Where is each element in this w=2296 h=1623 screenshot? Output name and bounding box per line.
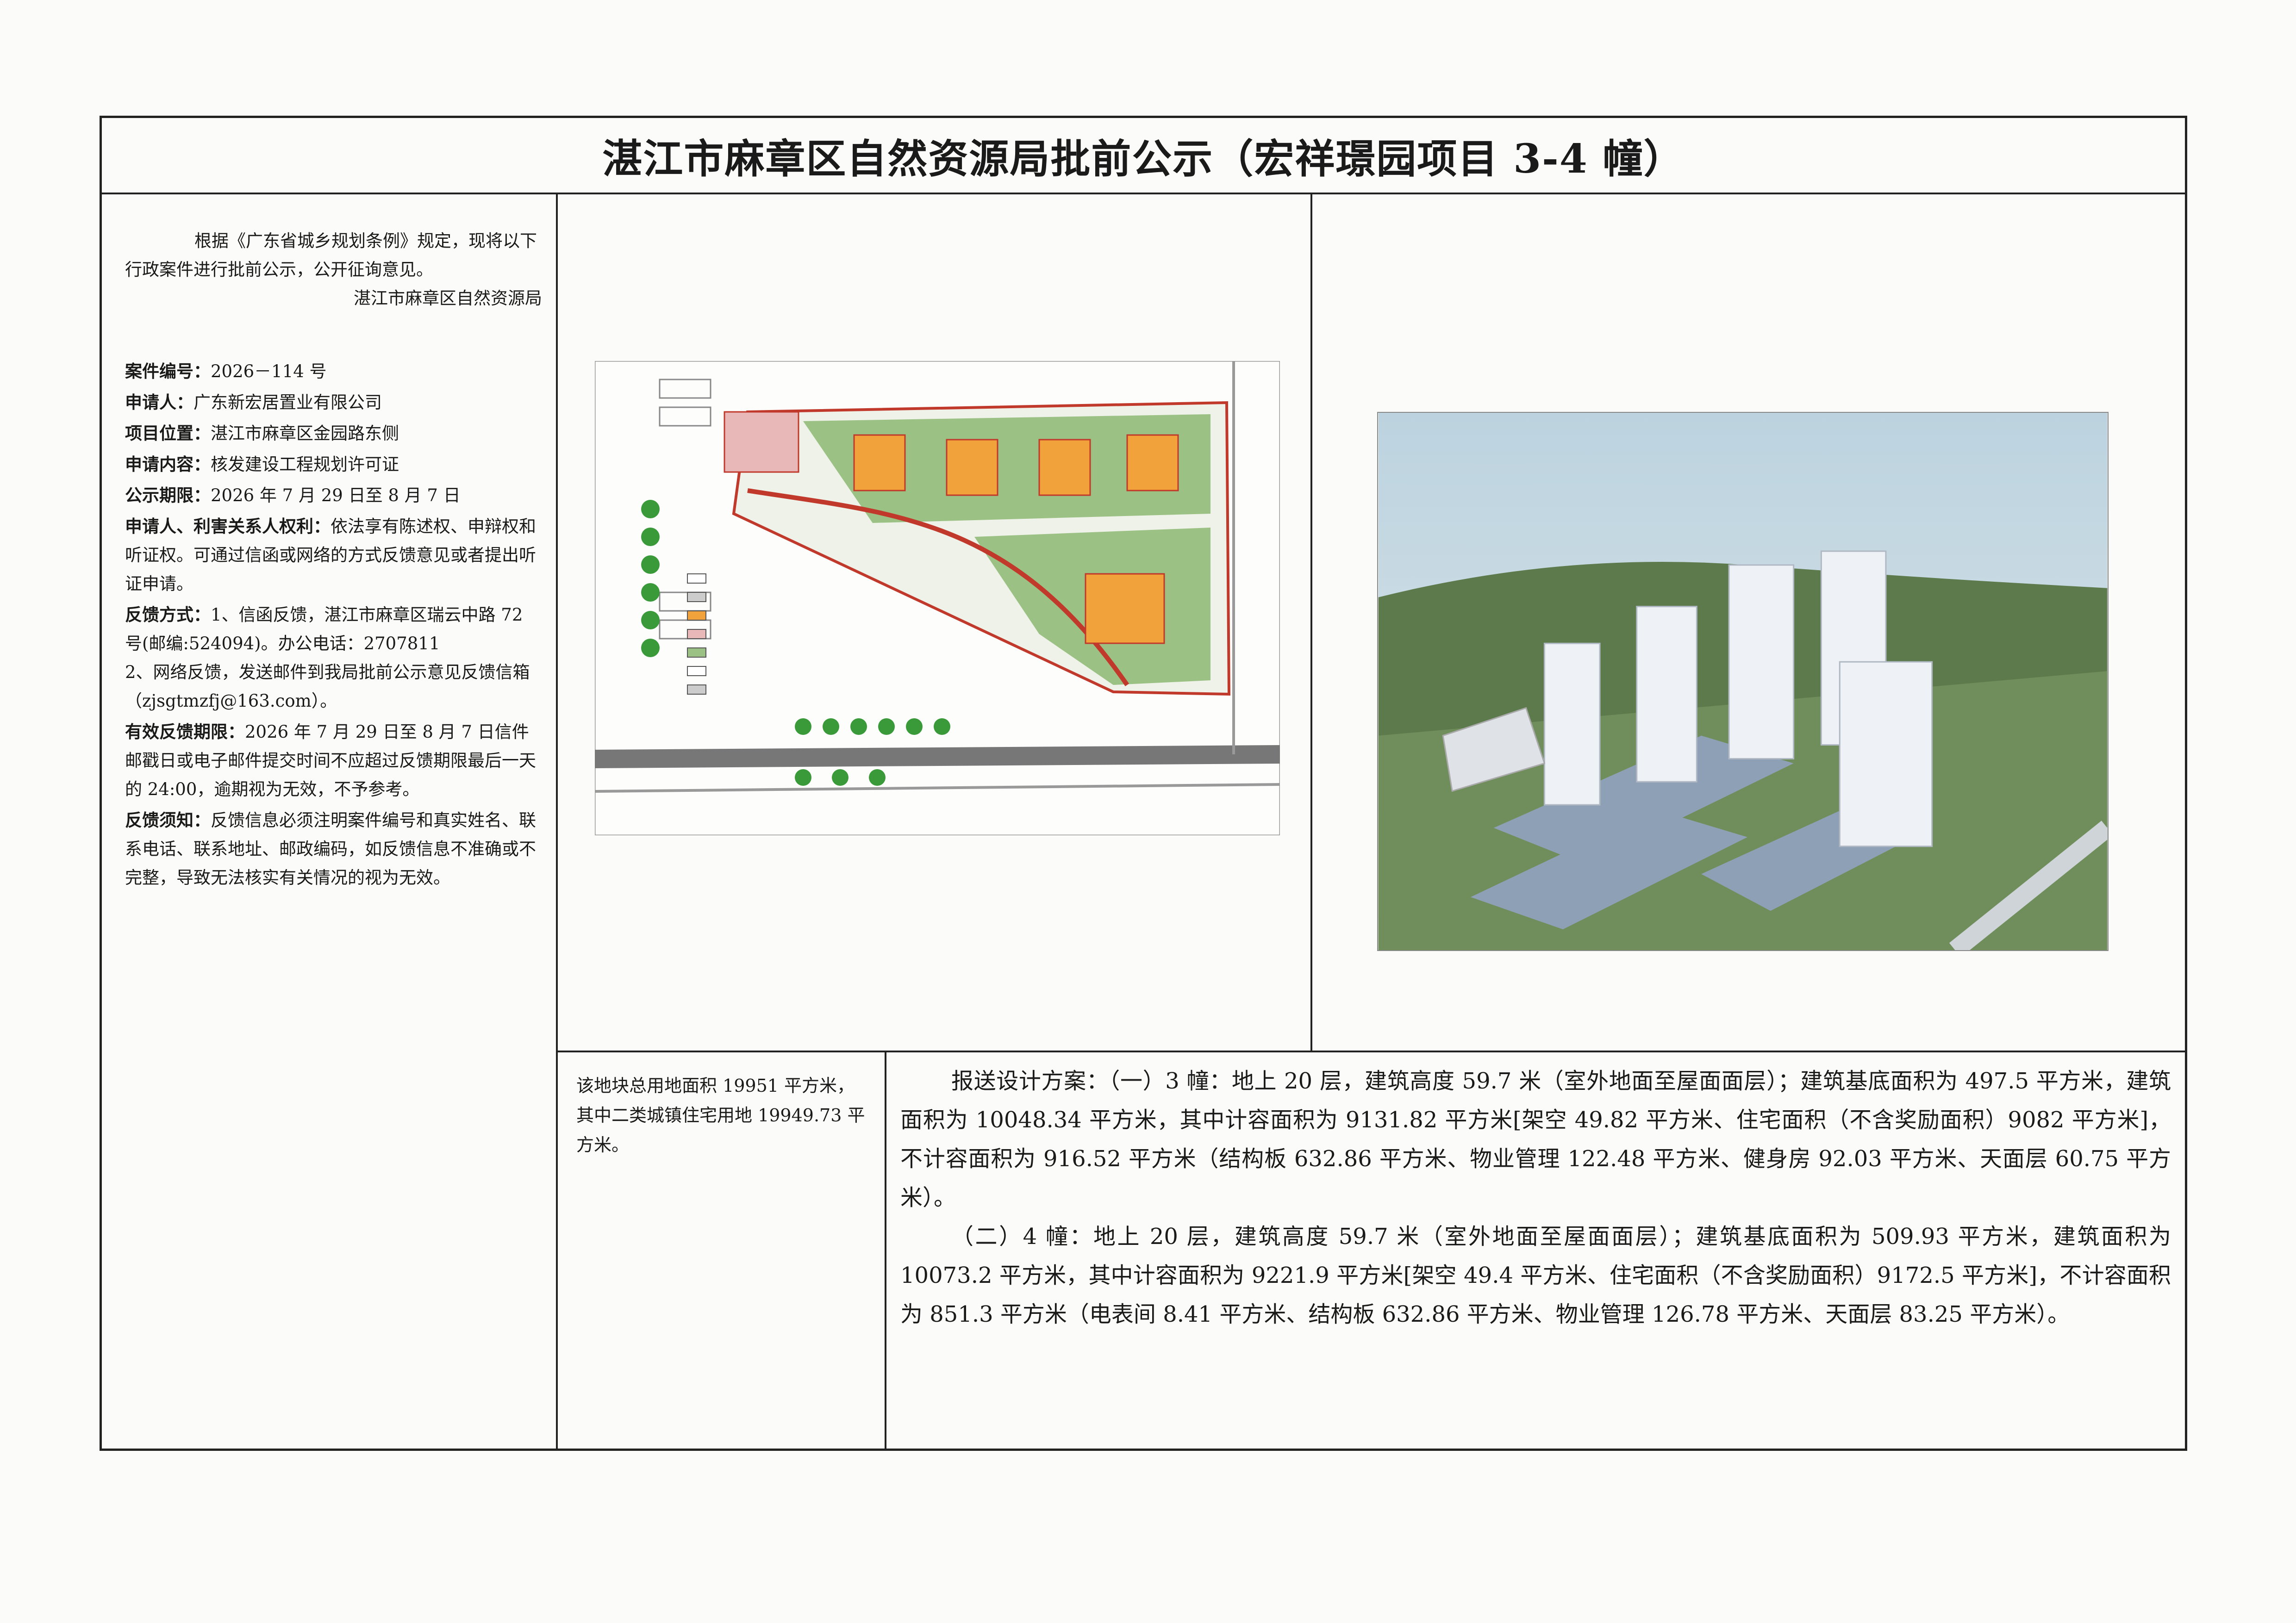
title-row: 湛江市麻章区自然资源局批前公示（宏祥璟园项目 3-4 幢） — [102, 118, 2185, 194]
application-content: 申请内容：核发建设工程规划许可证 — [125, 454, 399, 474]
applicant: 申请人：广东新宏居置业有限公司 — [125, 392, 382, 412]
publicity-period: 公示期限：2026 年 7 月 29 日至 8 月 7 日 — [125, 485, 461, 505]
design-building-3: 报送设计方案：（一）3 幢：地上 20 层，建筑高度 59.7 米（室外地面至屋… — [900, 1068, 2171, 1211]
rights: 申请人、利害关系人权利：依法享有陈述权、申辩权和听证权。可通过信函或网络的方式反… — [125, 516, 536, 594]
site-plan-cell — [558, 194, 1312, 1051]
land-info: 该地块总用地面积 19951 平方米，其中二类城镇住宅用地 19949.73 平… — [558, 1052, 886, 1449]
page-title: 湛江市麻章区自然资源局批前公示（宏祥璟园项目 3-4 幢） — [602, 136, 1685, 182]
design-building-4: （二）4 幢：地上 20 层，建筑高度 59.7 米（室外地面至屋面面层）；建筑… — [900, 1224, 2171, 1327]
issuer: 湛江市麻章区自然资源局 — [354, 288, 542, 308]
feedback-notice: 反馈须知：反馈信息必须注明案件编号和真实姓名、联系电话、联系地址、邮政编码，如反… — [125, 810, 536, 888]
aerial-rendering — [1377, 412, 2109, 951]
rendering-cell — [1312, 194, 2185, 1051]
site-plan-drawing — [595, 361, 1280, 835]
info-column: 根据《广东省城乡规划条例》规定，现将以下行政案件进行批前公示，公开征询意见。 湛… — [102, 194, 558, 1449]
project-location: 项目位置：湛江市麻章区金园路东侧 — [125, 423, 399, 443]
feedback-deadline: 有效反馈期限：2026 年 7 月 29 日至 8 月 7 日信件邮戳日或电子邮… — [125, 721, 536, 799]
feedback-method: 反馈方式：1、信函反馈，湛江市麻章区瑞云中路 72 号(邮编:524094)。办… — [125, 604, 530, 711]
details-row: 该地块总用地面积 19951 平方米，其中二类城镇住宅用地 19949.73 平… — [558, 1051, 2185, 1449]
intro-text: 根据《广东省城乡规划条例》规定，现将以下行政案件进行批前公示，公开征询意见。 — [125, 231, 537, 280]
case-number: 案件编号：2026－114 号 — [125, 361, 327, 381]
notice-frame: 湛江市麻章区自然资源局批前公示（宏祥璟园项目 3-4 幢） 根据《广东省城乡规划… — [100, 116, 2187, 1451]
design-scheme: 报送设计方案：（一）3 幢：地上 20 层，建筑高度 59.7 米（室外地面至屋… — [886, 1052, 2185, 1449]
